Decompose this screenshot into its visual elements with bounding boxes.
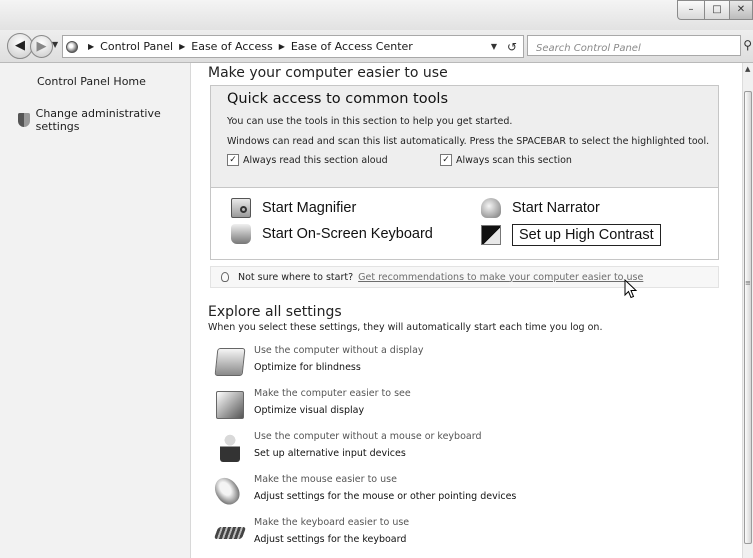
address-dropdown-icon[interactable]: ▼ bbox=[491, 42, 497, 51]
breadcrumb-separator-icon[interactable]: ▶ bbox=[88, 42, 94, 51]
quick-access-scan-description: Windows can read and scan this list auto… bbox=[227, 136, 710, 147]
sidebar-item-label: Change administrative settings bbox=[35, 107, 161, 133]
maximize-button[interactable]: □ bbox=[705, 0, 730, 20]
setting-item-without-display[interactable]: Use the computer without a display Optim… bbox=[214, 345, 716, 381]
alternative-input-devices-link[interactable]: Set up alternative input devices bbox=[254, 448, 406, 459]
tool-label: Start On-Screen Keyboard bbox=[262, 226, 433, 242]
recommendations-link[interactable]: Get recommendations to make your compute… bbox=[358, 272, 643, 283]
start-magnifier-link[interactable]: Start Magnifier bbox=[231, 198, 356, 218]
breadcrumb-separator-icon[interactable]: ▶ bbox=[279, 42, 285, 51]
breadcrumb-control-panel[interactable]: Control Panel bbox=[100, 40, 173, 53]
start-narrator-link[interactable]: Start Narrator bbox=[481, 198, 600, 218]
monitor-magnifier-icon bbox=[216, 391, 244, 419]
scrollbar-grip-icon: ≡ bbox=[745, 279, 751, 287]
explore-heading: Explore all settings bbox=[208, 304, 342, 320]
tool-label-selected: Set up High Contrast bbox=[512, 224, 661, 246]
checkbox-checked-icon[interactable]: ✓ bbox=[440, 154, 452, 166]
setting-title: Make the computer easier to see bbox=[254, 388, 411, 399]
start-on-screen-keyboard-link[interactable]: Start On-Screen Keyboard bbox=[231, 224, 433, 244]
checkbox-label: Always scan this section bbox=[456, 154, 572, 166]
keyboard-icon bbox=[213, 527, 247, 539]
setting-title: Use the computer without a mouse or keyb… bbox=[254, 431, 482, 442]
lightbulb-icon bbox=[221, 272, 229, 282]
display-icon bbox=[214, 348, 246, 376]
tool-label: Start Magnifier bbox=[262, 200, 357, 216]
shield-icon bbox=[18, 113, 30, 127]
mouse-icon bbox=[209, 473, 245, 509]
search-box[interactable]: ⚲ bbox=[527, 35, 752, 58]
address-bar[interactable]: ▶ Control Panel ▶ Ease of Access ▶ Ease … bbox=[62, 35, 524, 58]
quick-access-panel: Quick access to common tools You can use… bbox=[210, 85, 719, 188]
setting-title: Make the mouse easier to use bbox=[254, 474, 397, 485]
scroll-up-icon[interactable]: ▲ bbox=[745, 65, 750, 73]
keyboard-settings-link[interactable]: Adjust settings for the keyboard bbox=[254, 534, 406, 545]
optimize-visual-display-link[interactable]: Optimize visual display bbox=[254, 405, 364, 416]
always-read-checkbox[interactable]: ✓ Always read this section aloud bbox=[227, 154, 388, 166]
sidebar-item-control-panel-home[interactable]: Control Panel Home bbox=[37, 75, 146, 88]
setting-title: Make the keyboard easier to use bbox=[254, 517, 410, 528]
close-button[interactable]: ✕ bbox=[730, 0, 753, 20]
title-bar: – □ ✕ bbox=[0, 0, 753, 30]
mouse-cursor-icon bbox=[624, 279, 638, 299]
setting-item-mouse-easier[interactable]: Make the mouse easier to use Adjust sett… bbox=[209, 473, 716, 510]
high-contrast-icon bbox=[481, 225, 501, 245]
setting-item-without-mouse-keyboard[interactable]: Use the computer without a mouse or keyb… bbox=[216, 431, 716, 467]
narrator-icon bbox=[481, 198, 501, 218]
search-input[interactable] bbox=[528, 39, 726, 58]
sidebar-item-change-admin-settings[interactable]: Change administrative settings bbox=[18, 107, 190, 133]
window-controls: – □ ✕ bbox=[677, 0, 753, 20]
optimize-for-blindness-link[interactable]: Optimize for blindness bbox=[254, 362, 361, 373]
tip-question: Not sure where to start? bbox=[238, 271, 354, 283]
forward-arrow-icon[interactable]: ▶ bbox=[30, 35, 53, 58]
page-title: Make your computer easier to use bbox=[208, 65, 448, 81]
sidebar: Control Panel Home Change administrative… bbox=[0, 63, 191, 558]
refresh-icon[interactable]: ↺ bbox=[507, 40, 517, 54]
search-icon[interactable]: ⚲ bbox=[743, 38, 752, 52]
always-scan-checkbox[interactable]: ✓ Always scan this section bbox=[440, 154, 572, 166]
minimize-button[interactable]: – bbox=[677, 0, 705, 20]
checkbox-label: Always read this section aloud bbox=[243, 154, 388, 166]
vertical-scrollbar[interactable]: ▲ ≡ bbox=[742, 63, 753, 558]
control-panel-icon bbox=[66, 40, 78, 53]
recent-pages-dropdown[interactable]: ▼ bbox=[52, 40, 58, 49]
set-up-high-contrast-link[interactable]: Set up High Contrast bbox=[481, 224, 661, 246]
setting-item-easier-to-see[interactable]: Make the computer easier to see Optimize… bbox=[216, 388, 716, 424]
mouse-settings-link[interactable]: Adjust settings for the mouse or other p… bbox=[254, 491, 516, 502]
scrollbar-thumb[interactable] bbox=[744, 91, 752, 544]
recommendation-tip: Not sure where to start? Get recommendat… bbox=[210, 266, 719, 288]
explore-subtitle: When you select these settings, they wil… bbox=[208, 322, 603, 333]
checkbox-checked-icon[interactable]: ✓ bbox=[227, 154, 239, 166]
breadcrumb-ease-of-access[interactable]: Ease of Access bbox=[191, 40, 272, 53]
keyboard-icon bbox=[231, 224, 251, 244]
main-content: Make your computer easier to use Quick a… bbox=[191, 63, 742, 558]
setting-title: Use the computer without a display bbox=[254, 345, 424, 356]
magnifier-icon bbox=[231, 198, 251, 218]
quick-access-title: Quick access to common tools bbox=[227, 91, 449, 107]
quick-tools-list: Start Magnifier Start On-Screen Keyboard… bbox=[210, 188, 719, 260]
navigation-bar: ◀ ▶ ▼ ▶ Control Panel ▶ Ease of Access ▶… bbox=[0, 30, 753, 63]
quick-access-description: You can use the tools in this section to… bbox=[227, 116, 513, 127]
tool-label: Start Narrator bbox=[512, 200, 600, 216]
person-icon bbox=[220, 434, 240, 462]
breadcrumb-separator-icon[interactable]: ▶ bbox=[179, 42, 185, 51]
breadcrumb-ease-of-access-center[interactable]: Ease of Access Center bbox=[291, 40, 413, 53]
setting-item-keyboard-easier[interactable]: Make the keyboard easier to use Adjust s… bbox=[213, 517, 716, 553]
